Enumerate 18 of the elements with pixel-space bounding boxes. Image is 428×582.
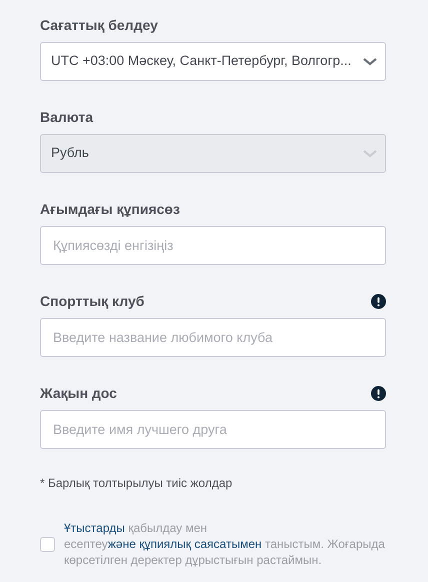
- input-field[interactable]: Құпиясөзді енгізіңіз: [40, 226, 386, 265]
- policy-link[interactable]: Ұтыстарды: [64, 521, 125, 535]
- field-label: Ағымдағы құпиясөз: [40, 200, 180, 219]
- agreement-text: Ұтыстарды қабылдау мен есептеужәне құпиялық саясатымен таныстым. Жоғарыда көрсетілген деректер дұрыстығын растаймын.: [64, 520, 386, 568]
- chevron-down-icon: [363, 150, 377, 158]
- required-note: * Барлық толтырылуы тиіс жолдар: [40, 475, 234, 492]
- input-field[interactable]: Введите имя лучшего друга: [40, 410, 386, 449]
- field-label: Сағаттық белдеу: [40, 16, 158, 35]
- info-icon[interactable]: [371, 386, 386, 401]
- chevron-down-icon: [363, 58, 377, 66]
- policy-link[interactable]: және құпиялық саясатымен: [108, 537, 262, 551]
- field-label: Спорттық клуб: [40, 292, 144, 311]
- select-field[interactable]: UTC +03:00 Мәскеу, Санкт-Петербург, Волгогр...: [40, 42, 386, 81]
- input-field[interactable]: Введите название любимого клуба: [40, 318, 386, 357]
- checkbox[interactable]: [40, 536, 55, 552]
- info-icon[interactable]: [371, 294, 386, 309]
- field-label: Жақын дос: [40, 384, 117, 403]
- field-label: Валюта: [40, 108, 94, 127]
